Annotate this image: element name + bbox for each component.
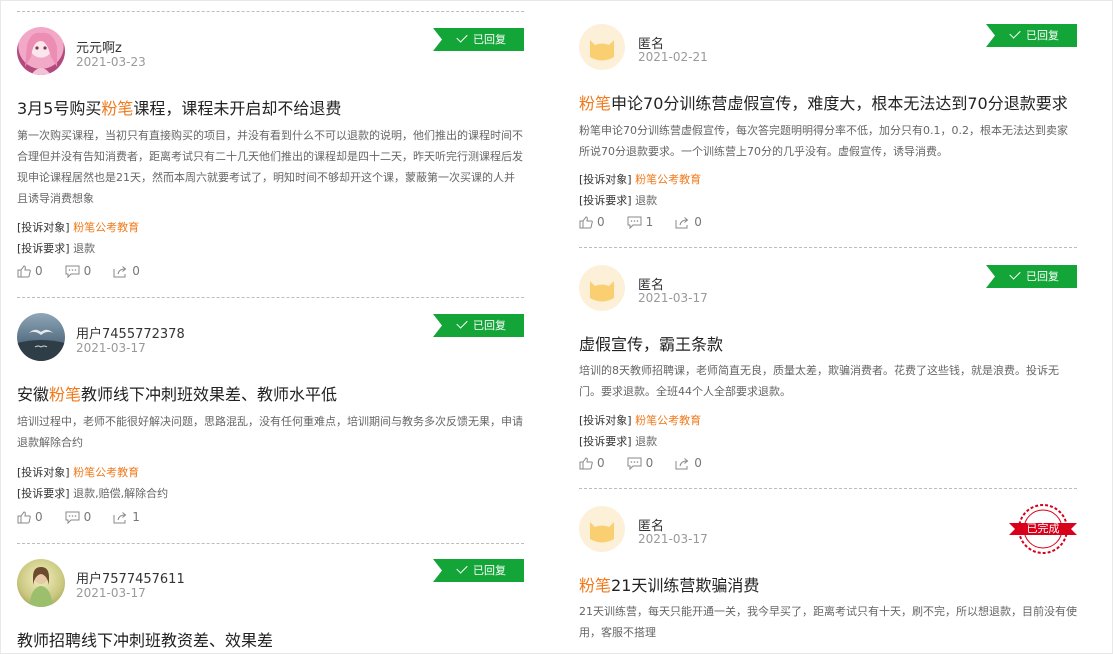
complaint-title[interactable]: 安徽粉笔教师线下冲刺班效果差、教师水平低: [17, 381, 337, 405]
comment-icon: [627, 216, 642, 229]
like-button[interactable]: 0: [579, 456, 605, 470]
complaint-description: 培训的8天教师招聘课，老师简直无良，质量太差，欺骗消费者。花费了这些钱，就是浪费…: [579, 364, 1059, 398]
user-name[interactable]: 元元啊z: [76, 37, 122, 56]
thumbs-up-icon: [17, 264, 31, 277]
comment-icon: [627, 457, 642, 470]
complaint-description: 第一次购买课程，当初只有直接购买的项目，并没有看到什么不可以退款的说明，他们推出…: [17, 129, 523, 205]
complaint-request: [投诉要求] 退款,赔偿,解除合约: [17, 487, 169, 500]
complaint-target: [投诉对象] 粉笔公考教育: [17, 466, 140, 479]
complaint-description: 21天训练营，每天只能开通一关，我今早买了，距离考试只有十天，刷不完，所以想退款…: [579, 605, 1077, 639]
complaint-description: 粉笔申论70分训练营虚假宣传，每次答完题明明得分率不低，加分只有0.1，0.2，…: [579, 124, 1068, 158]
like-button[interactable]: 0: [17, 510, 43, 524]
like-button[interactable]: 0: [579, 215, 605, 229]
user-avatar[interactable]: [17, 27, 65, 75]
complaint-description: 培训过程中，老师不能很好解决问题，思路混乱，没有任何重难点，培训期间与教务多次反…: [17, 415, 523, 449]
action-bar: 0 1 0: [579, 215, 724, 229]
action-bar: 0 0 1: [17, 510, 162, 524]
thumbs-up-icon: [17, 510, 31, 523]
user-name[interactable]: 用户7577457611: [76, 568, 185, 587]
complaint-request: [投诉要求] 退款: [579, 194, 658, 207]
share-icon: [675, 457, 689, 469]
target-org-link[interactable]: 粉笔公考教育: [635, 414, 701, 427]
check-icon: [456, 317, 468, 329]
divider: [17, 543, 524, 544]
share-icon: [113, 265, 127, 277]
cat-icon: [590, 40, 614, 61]
divider: [17, 11, 524, 12]
complaint-list: 元元啊z 2021-03-23 已回复 3月5号购买粉笔课程，课程未开启却不给退…: [0, 0, 1113, 654]
cat-icon: [590, 281, 614, 302]
check-icon: [456, 31, 468, 43]
post-date: 2021-03-23: [76, 55, 146, 69]
status-replied-badge: 已回复: [986, 265, 1077, 288]
comment-icon: [65, 511, 80, 524]
complaint-title[interactable]: 虚假宣传，霸王条款: [579, 331, 723, 355]
target-org-link[interactable]: 粉笔公考教育: [73, 221, 139, 234]
target-org-link[interactable]: 粉笔公考教育: [73, 466, 139, 479]
complaint-target: [投诉对象] 粉笔公考教育: [17, 221, 140, 234]
like-button[interactable]: 0: [17, 264, 43, 278]
complaint-request: [投诉要求] 退款: [579, 435, 658, 448]
check-icon: [456, 562, 468, 574]
comment-button[interactable]: 1: [627, 215, 653, 229]
cat-icon: [590, 522, 614, 543]
user-name[interactable]: 用户7455772378: [76, 323, 185, 342]
share-button[interactable]: 1: [113, 510, 140, 524]
status-replied-badge: 已回复: [986, 24, 1077, 47]
divider: [579, 247, 1077, 248]
status-replied-badge: 已回复: [433, 28, 524, 51]
post-date: 2021-02-21: [638, 50, 708, 64]
share-button[interactable]: 0: [675, 215, 702, 229]
post-date: 2021-03-17: [638, 532, 708, 546]
post-date: 2021-03-17: [638, 291, 708, 305]
complaint-title[interactable]: 粉笔申论70分训练营虚假宣传，难度大，根本无法达到70分退款要求: [579, 90, 1068, 114]
comment-button[interactable]: 0: [65, 510, 91, 524]
check-icon: [1009, 27, 1021, 39]
comment-button[interactable]: 0: [65, 264, 91, 278]
user-avatar[interactable]: [17, 313, 65, 361]
comment-icon: [65, 265, 80, 278]
anonymous-avatar[interactable]: [579, 265, 625, 311]
divider: [579, 488, 1077, 489]
user-avatar[interactable]: [17, 559, 65, 607]
anonymous-avatar[interactable]: [579, 506, 625, 552]
status-completed-stamp: 已完成: [1009, 503, 1077, 555]
comment-button[interactable]: 0: [627, 456, 653, 470]
complaint-target: [投诉对象] 粉笔公考教育: [579, 414, 702, 427]
post-date: 2021-03-17: [76, 586, 146, 600]
share-button[interactable]: 0: [113, 264, 140, 278]
complaint-target: [投诉对象] 粉笔公考教育: [579, 173, 702, 186]
share-button[interactable]: 0: [675, 456, 702, 470]
thumbs-up-icon: [579, 456, 593, 469]
complaint-title[interactable]: 教师招聘线下冲刺班教资差、效果差: [17, 627, 273, 651]
complaint-title[interactable]: 粉笔21天训练营欺骗消费: [579, 572, 759, 596]
anonymous-avatar[interactable]: [579, 24, 625, 70]
thumbs-up-icon: [579, 215, 593, 228]
post-date: 2021-03-17: [76, 341, 146, 355]
target-org-link[interactable]: 粉笔公考教育: [635, 173, 701, 186]
share-icon: [113, 511, 127, 523]
complaint-request: [投诉要求] 退款: [17, 242, 96, 255]
action-bar: 0 0 0: [17, 264, 162, 278]
complaint-title[interactable]: 3月5号购买粉笔课程，课程未开启却不给退费: [17, 95, 341, 119]
status-replied-badge: 已回复: [433, 314, 524, 337]
action-bar: 0 0 0: [579, 456, 724, 470]
check-icon: [1009, 268, 1021, 280]
share-icon: [675, 216, 689, 228]
status-replied-badge: 已回复: [433, 559, 524, 582]
divider: [17, 297, 524, 298]
